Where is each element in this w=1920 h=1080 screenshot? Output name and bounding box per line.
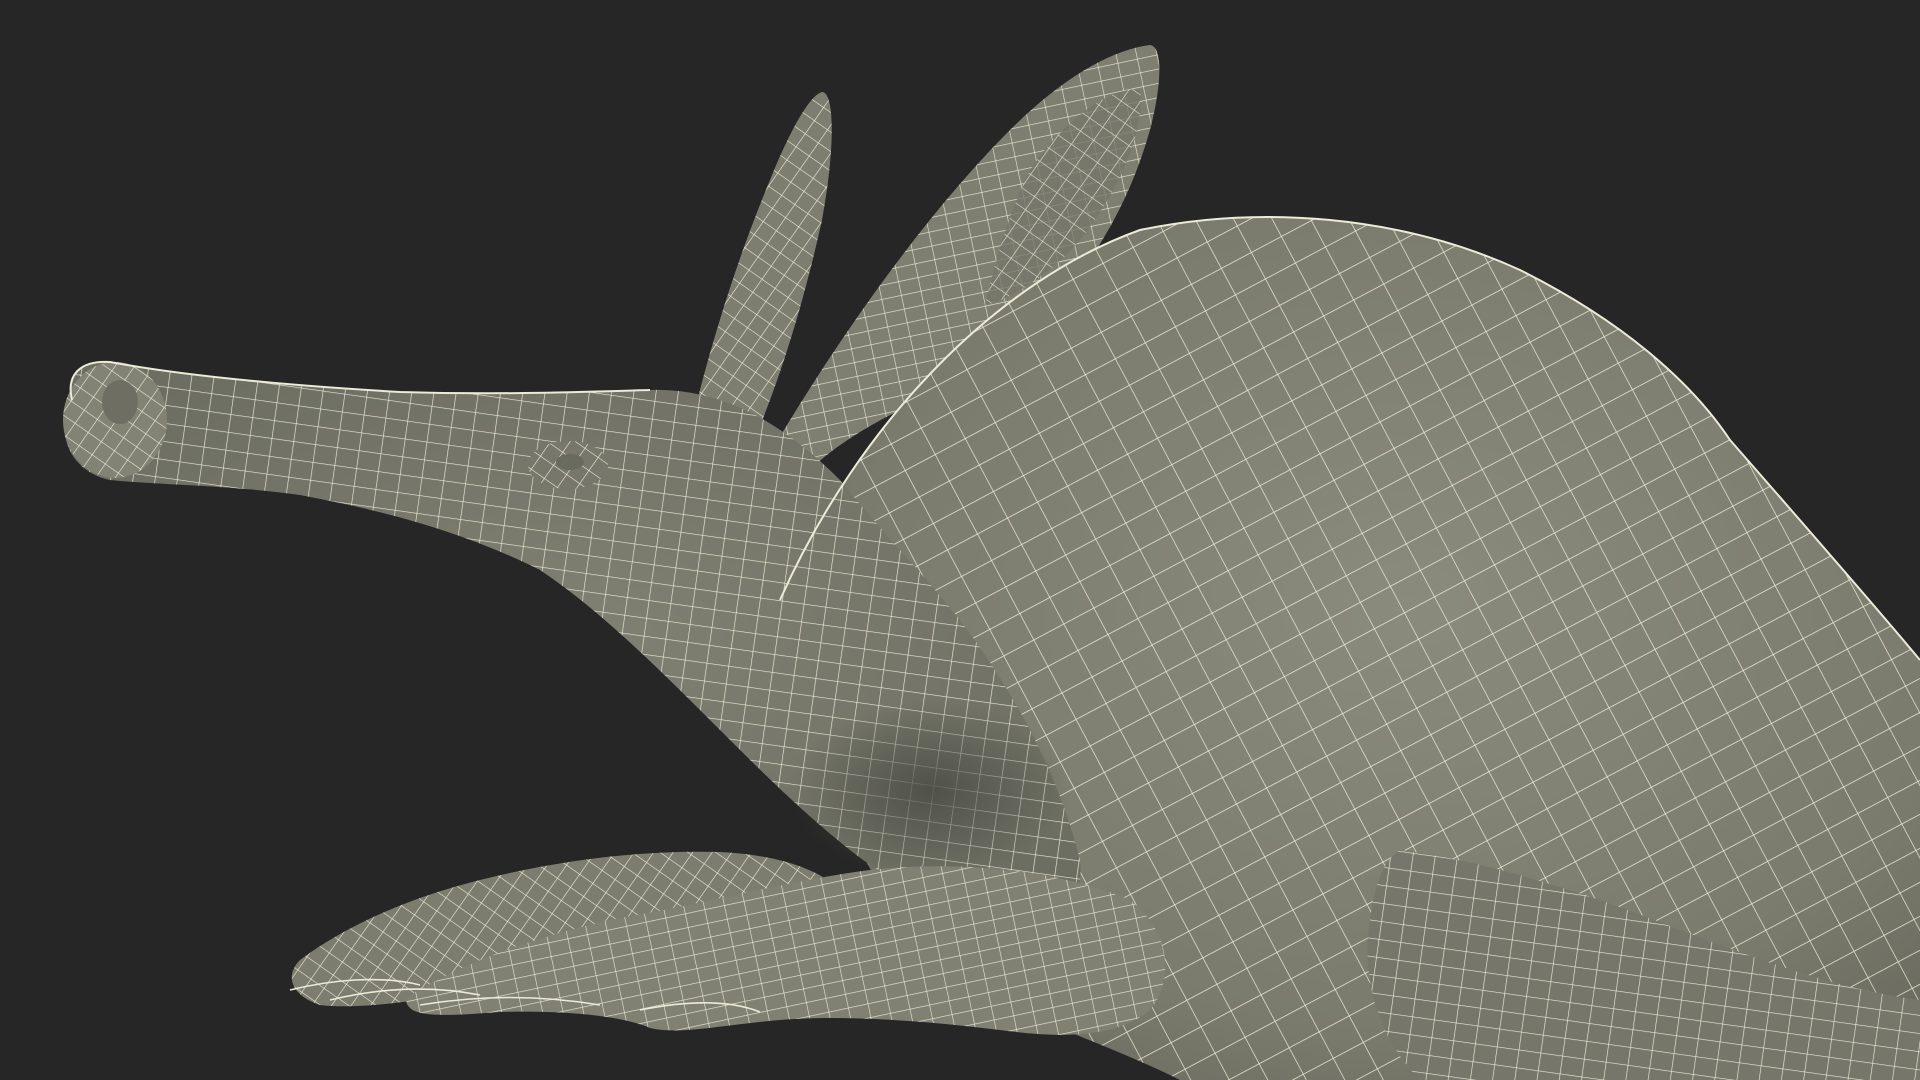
shadow-region [790,700,1070,880]
aardvark-wireframe-render [63,45,1920,1080]
render-viewport [0,0,1920,1080]
